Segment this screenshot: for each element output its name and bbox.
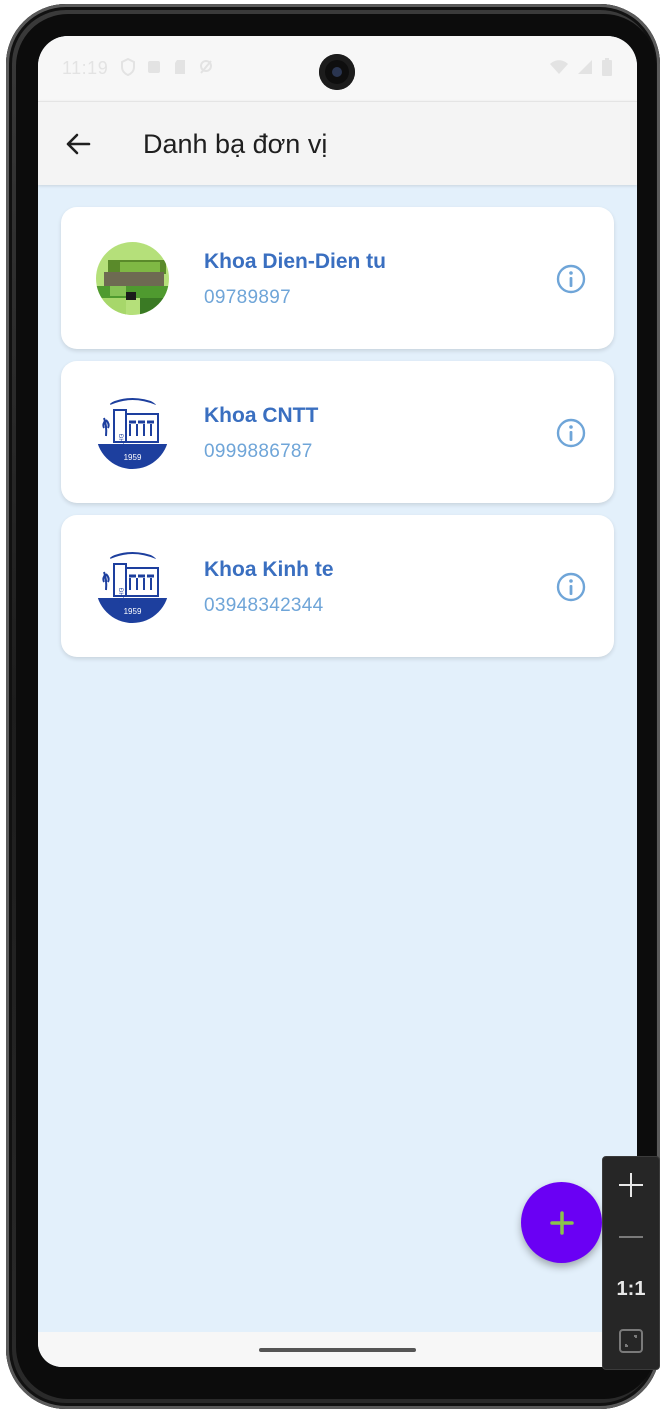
contact-name: Khoa Kinh te (204, 558, 334, 581)
status-bar: 11:19 (38, 36, 637, 101)
info-icon[interactable] (555, 263, 587, 295)
sd-card-icon (175, 60, 185, 74)
app-icon (148, 61, 160, 73)
info-icon[interactable] (555, 417, 587, 449)
status-icons-right (549, 58, 613, 76)
location-icon (200, 60, 212, 74)
university-logo-icon: ĐHTL 1959 (96, 396, 169, 469)
info-icon[interactable] (555, 571, 587, 603)
university-logo-icon: ĐHTL 1959 (96, 550, 169, 623)
battery-icon (602, 58, 612, 76)
shield-icon (121, 58, 135, 76)
zoom-out-button[interactable] (603, 1211, 659, 1263)
avatar: ĐHTL 1959 (96, 550, 169, 623)
contact-name: Khoa Dien-Dien tu (204, 250, 386, 273)
app-bar: Danh bạ đơn vị (38, 101, 637, 185)
contact-card[interactable]: ĐHTL 1959 Khoa CNTT 0999886787 (61, 361, 614, 503)
plus-icon (549, 1210, 574, 1235)
zoom-ratio-label: 1:1 (616, 1277, 646, 1300)
fit-screen-icon (619, 1329, 643, 1353)
contact-card[interactable]: ĐHTL 1959 Khoa Kinh te 03948342344 (61, 515, 614, 657)
logo-letters: ĐHTL (117, 588, 123, 604)
logo-letters: ĐHTL (117, 434, 123, 450)
plus-icon (619, 1173, 643, 1197)
contact-list: Khoa Dien-Dien tu 09789897 ĐHTL 1959 Kho… (61, 207, 614, 669)
fit-screen-button[interactable] (603, 1315, 659, 1367)
status-time: 11:19 (62, 58, 109, 78)
emulator-zoom-panel: 1:1 (602, 1156, 660, 1370)
logo-year: 1959 (124, 453, 142, 462)
page-title: Danh bạ đơn vị (143, 129, 328, 159)
minus-icon (619, 1236, 643, 1238)
contact-card[interactable]: Khoa Dien-Dien tu 09789897 (61, 207, 614, 349)
contact-phone: 0999886787 (204, 441, 313, 462)
back-arrow-icon[interactable] (60, 126, 96, 162)
zoom-ratio-button[interactable]: 1:1 (603, 1263, 659, 1315)
add-contact-button[interactable] (521, 1182, 602, 1263)
camera-cutout (319, 54, 355, 90)
contact-phone: 09789897 (204, 287, 291, 308)
logo-year: 1959 (124, 607, 142, 616)
contact-phone: 03948342344 (204, 595, 324, 616)
wifi-icon (550, 60, 568, 74)
phone-screen: 11:19 Danh bạ đơn vị Khoa Dien-Dien tu 0… (38, 36, 637, 1367)
status-icons-left (120, 58, 214, 76)
signal-icon (578, 60, 592, 74)
pixel-art-avatar-icon (96, 242, 169, 315)
zoom-in-button[interactable] (603, 1159, 659, 1211)
contact-name: Khoa CNTT (204, 404, 319, 427)
avatar: ĐHTL 1959 (96, 396, 169, 469)
avatar (96, 242, 169, 315)
home-handle[interactable] (259, 1348, 416, 1352)
gesture-nav-bar (38, 1332, 637, 1367)
